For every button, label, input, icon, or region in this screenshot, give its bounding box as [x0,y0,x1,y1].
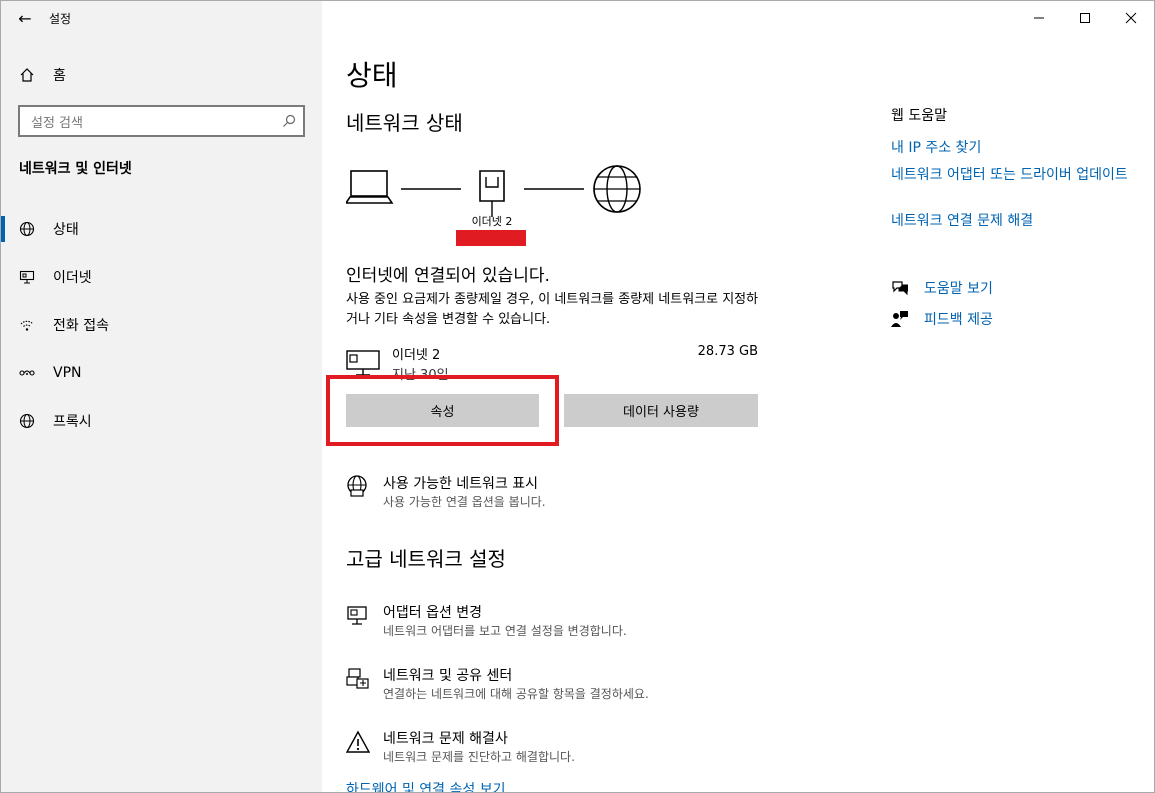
home-label: 홈 [53,68,66,84]
titlebar: ← 설정 [1,1,322,35]
hardware-properties-link[interactable]: 하드웨어 및 연결 속성 보기 [346,779,505,792]
troubleshooter-link[interactable]: 네트워크 문제 해결사 네트워크 문제를 진단하고 해결합니다. [346,728,826,768]
back-button[interactable]: ← [1,1,49,35]
search-placeholder: 설정 검색 [31,115,83,131]
connection-status-text: 인터넷에 연결되어 있습니다. [346,266,550,286]
page-title: 상태 [346,59,398,92]
home-icon [1,67,53,83]
search-input[interactable]: 설정 검색 [18,105,305,137]
section-title: 네트워크 및 인터넷 [19,161,132,177]
sidebar-item-label: VPN [53,365,82,381]
sidebar-item-label: 프록시 [53,414,92,430]
sidebar-item-vpn[interactable]: VPN [1,349,322,397]
app-title: 설정 [49,11,72,26]
close-button[interactable] [1108,1,1154,35]
highlight-annotation [326,375,559,446]
status-globe-icon [1,221,53,237]
ethernet-port-icon [479,170,505,217]
warning-icon [346,730,370,753]
link-desc: 사용 가능한 연결 옵션을 봅니다. [383,495,546,509]
help-title: 웹 도움말 [891,108,947,124]
adapter-usage-row: 이더넷 2 지난 30일 28.73 GB [346,344,758,383]
show-networks-link[interactable]: 사용 가능한 네트워크 표시 사용 가능한 연결 옵션을 봅니다. [346,473,826,513]
maximize-icon [1080,13,1090,23]
link-desc: 네트워크 문제를 진단하고 해결합니다. [383,750,575,764]
redaction-bar [456,230,526,246]
minimize-button[interactable] [1016,1,1062,35]
adapter-options-icon [347,606,367,625]
sidebar-item-label: 상태 [53,222,79,238]
help-link-find-ip[interactable]: 내 IP 주소 찾기 [891,138,1131,159]
ethernet-icon [1,269,53,285]
chat-help-icon [891,279,924,297]
sidebar-item-label: 전화 접속 [53,318,109,334]
sidebar-item-ethernet[interactable]: 이더넷 [1,253,322,301]
laptop-icon [346,170,394,204]
close-icon [1125,12,1137,24]
feedback-link[interactable]: 피드백 제공 [891,308,993,330]
internet-globe-icon [593,165,641,213]
feedback-icon [891,310,924,328]
back-arrow-icon: ← [18,8,32,28]
diagram-label: 이더넷 2 [472,215,513,228]
sidebar-item-label: 이더넷 [53,270,92,286]
data-usage-button[interactable]: 데이터 사용량 [564,394,758,427]
adapter-data-size: 28.73 GB [697,344,758,359]
link-title: 네트워크 및 공유 센터 [383,668,513,684]
link-title: 네트워크 문제 해결사 [383,731,508,747]
help-link-troubleshoot[interactable]: 네트워크 연결 문제 해결 [891,211,1131,232]
advanced-heading: 고급 네트워크 설정 [346,547,506,571]
sidebar-item-dialup[interactable]: 전화 접속 [1,301,322,349]
adapter-name: 이더넷 2 [392,348,441,363]
sidebar-item-home[interactable]: 홈 [1,59,322,91]
vpn-icon [1,365,53,381]
feedback-label: 피드백 제공 [924,312,993,328]
network-status-heading: 네트워크 상태 [346,111,463,135]
search-icon [275,114,303,128]
get-help-label: 도움말 보기 [924,281,993,297]
sidebar: ← 설정 홈 설정 검색 네트워크 및 인터넷 상태 이더넷 전화 접속 VPN… [1,1,322,792]
link-desc: 연결하는 네트워크에 대해 공유할 항목을 결정하세요. [383,687,649,701]
link-desc: 네트워크 어댑터를 보고 연결 설정을 변경합니다. [383,624,627,638]
sharing-center-link[interactable]: 네트워크 및 공유 센터 연결하는 네트워크에 대해 공유할 항목을 결정하세요… [346,665,826,705]
window-controls [1016,1,1154,35]
help-link-update-driver[interactable]: 네트워크 어댑터 또는 드라이버 업데이트 [891,165,1131,186]
sidebar-nav: 상태 이더넷 전화 접속 VPN 프록시 [1,205,322,445]
sidebar-item-status[interactable]: 상태 [1,205,322,253]
sidebar-item-proxy[interactable]: 프록시 [1,397,322,445]
main-content: 상태 네트워크 상태 이더넷 2 인터넷에 연결되어 있습니다. 사용 중인 요… [326,1,826,792]
get-help-link[interactable]: 도움말 보기 [891,277,993,299]
link-title: 어댑터 옵션 변경 [383,605,483,621]
proxy-globe-icon [1,413,53,429]
dialup-icon [1,317,53,333]
link-title: 사용 가능한 네트워크 표시 [383,476,539,492]
sharing-center-icon [346,668,369,689]
connection-description: 사용 중인 요금제가 종량제일 경우, 이 네트워크를 종량제 네트워크로 지정… [346,292,759,327]
adapter-icon [346,350,380,376]
adapter-options-link[interactable]: 어댑터 옵션 변경 네트워크 어댑터를 보고 연결 설정을 변경합니다. [346,602,826,642]
maximize-button[interactable] [1062,1,1108,35]
minimize-icon [1034,17,1044,19]
globe-network-icon [347,475,367,497]
settings-window: ← 설정 홈 설정 검색 네트워크 및 인터넷 상태 이더넷 전화 접속 VPN… [0,0,1155,793]
